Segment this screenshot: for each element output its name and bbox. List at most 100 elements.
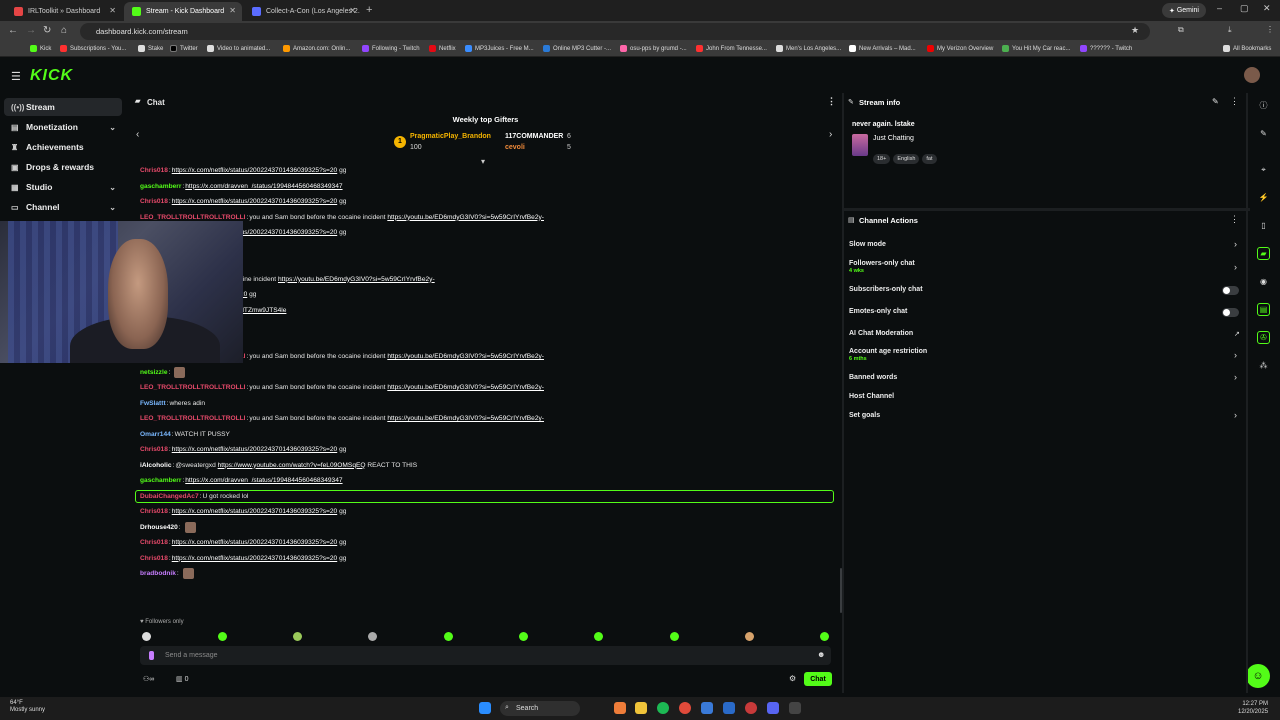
channel-action-followers-only-chat[interactable]: Followers-only chat 4 wks (849, 260, 915, 274)
bookmark-item[interactable]: Video to animated... (207, 45, 270, 52)
nodes-icon[interactable]: ⁂ (1257, 359, 1270, 372)
window-close-icon[interactable]: ✕ (1263, 3, 1271, 14)
chat-username[interactable]: Drhouse420 (140, 524, 178, 531)
tab-kick-dashboard[interactable]: Stream - Kick Dashboard ✕ (124, 2, 242, 21)
tab-irltoolkit[interactable]: IRLToolkit » Dashboard ✕ (6, 2, 122, 21)
emote-icon[interactable] (745, 632, 754, 641)
download-icon[interactable]: ⤓ (1228, 25, 1232, 35)
emote-icon[interactable] (670, 632, 679, 641)
file-explorer-icon[interactable] (635, 702, 647, 714)
chat-username[interactable]: iAlcoholic (140, 462, 172, 469)
bookmark-item[interactable]: Kick (30, 45, 51, 52)
chat-message[interactable]: FwSlattt: wheres adin (140, 398, 205, 409)
send-chat-button[interactable]: Chat (804, 672, 832, 686)
chat-username[interactable]: Chris018 (140, 555, 168, 562)
wrench-icon[interactable]: ✇ (1257, 331, 1270, 344)
channel-action-account-age-restriction[interactable]: Account age restriction 6 mths (849, 348, 927, 362)
gemini-button[interactable]: ✦ Gemini (1162, 3, 1206, 18)
bookmark-item[interactable]: My Verizon Overview (927, 45, 993, 52)
kick-logo[interactable]: KICK (30, 67, 73, 85)
chat-mode-icon[interactable]: ⚇∞ (143, 675, 154, 683)
emote-icon[interactable] (820, 632, 829, 641)
channel-action-set-goals[interactable]: Set goals (849, 412, 880, 419)
chat-message[interactable]: gaschamberr: https://x.com/dravven_/stat… (140, 475, 343, 486)
channel-action-emotes-only-chat[interactable]: Emotes-only chat (849, 308, 907, 315)
bookmark-item[interactable]: osu-pps by grumd -... (620, 45, 687, 52)
chat-username[interactable]: LEO_TROLLTROLLTROLLTROLLI (140, 384, 245, 391)
back-icon[interactable]: ← (8, 25, 18, 36)
app-icon[interactable] (745, 702, 757, 714)
taskbar-search[interactable]: ⌕ Search (500, 701, 580, 716)
bolt-icon[interactable]: ⚡ (1257, 191, 1270, 204)
chat-message[interactable]: Chris018: https://x.com/netflix/status/2… (140, 444, 346, 455)
chat-message[interactable]: LEO_TROLLTROLLTROLLTROLLI: you and Sam b… (140, 382, 544, 393)
chat-username[interactable]: LEO_TROLLTROLLTROLLTROLLI (140, 415, 245, 422)
bookmark-item[interactable]: MP3Juices - Free M... (465, 45, 534, 52)
forward-icon[interactable]: → (26, 25, 36, 36)
broadcast-icon[interactable]: ◉ (1257, 275, 1270, 288)
chevron-right-icon[interactable]: › (1234, 239, 1237, 249)
chat-icon[interactable]: ▰ (1257, 247, 1270, 260)
bookmark-item[interactable]: New Arrivals – Mad... (849, 45, 916, 52)
chat-username[interactable]: Chris018 (140, 198, 168, 205)
chat-username[interactable]: Chris018 (140, 167, 168, 174)
chat-message-input[interactable]: Send a message ☻ (140, 646, 831, 665)
bookmark-item[interactable]: Following - Twitch (362, 45, 420, 52)
crosshair-icon[interactable]: ⌖ (1257, 163, 1270, 176)
gifter-name[interactable]: 117COMMANDER (505, 133, 563, 140)
emote-icon[interactable] (218, 632, 227, 641)
bookmark-item[interactable]: Stake (138, 45, 163, 52)
emote-icon[interactable] (142, 632, 151, 641)
bookmark-item[interactable]: Men's Los Angeles... (776, 45, 841, 52)
chat-message[interactable]: netsizzle: (140, 366, 186, 378)
minimize-icon[interactable]: – (1217, 3, 1222, 13)
sidebar-item-achievements[interactable]: ♜ Achievements (4, 138, 122, 156)
chat-message[interactable]: Chris018: https://x.com/netflix/status/2… (140, 165, 346, 176)
sidebar-item-drops-rewards[interactable]: ▣ Drops & rewards (4, 158, 122, 176)
webcam-overlay[interactable] (0, 221, 243, 363)
chat-username[interactable]: gaschamberr (140, 183, 181, 190)
gifter-name[interactable]: cevoli (505, 144, 525, 151)
menu-dots-icon[interactable]: ⋮ (827, 96, 836, 107)
pencil-icon[interactable]: ✎ (1257, 127, 1270, 140)
chat-message[interactable]: Omarr144: WATCH IT PUSSY (140, 429, 230, 440)
copilot-icon[interactable] (614, 702, 626, 714)
chevron-right-icon[interactable]: › (1234, 350, 1237, 360)
info-icon[interactable]: ⓘ (1257, 99, 1270, 112)
channel-action-banned-words[interactable]: Banned words (849, 374, 897, 381)
discord-icon[interactable] (767, 702, 779, 714)
settings-gear-icon[interactable]: ⚙ (789, 674, 796, 683)
menu-dots-icon[interactable]: ⋮ (1266, 25, 1274, 34)
chat-message[interactable]: LEO_TROLLTROLLTROLLTROLLI: you and Sam b… (140, 413, 544, 424)
chat-message[interactable]: bradbodnik: (140, 568, 194, 579)
home-icon[interactable]: ⌂ (61, 25, 67, 36)
chat-message[interactable]: Drhouse420: (140, 521, 196, 533)
sidebar-item-stream[interactable]: ((•)) Stream (4, 98, 122, 116)
reload-icon[interactable]: ↻ (43, 25, 51, 36)
chevron-left-icon[interactable]: ‹ (136, 129, 139, 140)
close-icon[interactable]: ✕ (349, 6, 356, 15)
channel-action-subscribers-only-chat[interactable]: Subscribers-only chat (849, 286, 923, 293)
chevron-right-icon[interactable]: › (1234, 372, 1237, 382)
tab-collect-a-con[interactable]: Collect-A-Con (Los Angeles 2. ✕ (244, 2, 362, 21)
chevron-right-icon[interactable]: › (1234, 410, 1237, 420)
spotify-icon[interactable] (657, 702, 669, 714)
toggle-switch[interactable] (1222, 286, 1239, 295)
collapse-arrow-icon[interactable]: ▾ (481, 157, 485, 166)
channel-actions-icon[interactable]: ▤ (1257, 303, 1270, 316)
hamburger-menu-icon[interactable]: ☰ (11, 70, 21, 83)
bookmark-item[interactable]: Amazon.com: Onlin... (283, 45, 350, 52)
chat-username[interactable]: LEO_TROLLTROLLTROLLTROLLI (140, 214, 245, 221)
chat-message[interactable]: Chris018: https://x.com/netflix/status/2… (140, 553, 346, 564)
bookmark-item[interactable]: You Hit My Car reac... (1002, 45, 1070, 52)
emote-icon[interactable] (594, 632, 603, 641)
chat-username[interactable]: Chris018 (140, 539, 168, 546)
sidebar-item-channel[interactable]: ▭ Channel ⌄ (4, 198, 122, 216)
bookmark-item[interactable]: Online MP3 Cutter -... (543, 45, 611, 52)
avatar[interactable] (1244, 67, 1260, 83)
chat-username[interactable]: gaschamberr (140, 477, 181, 484)
emote-icon[interactable] (519, 632, 528, 641)
chrome-icon[interactable] (679, 702, 691, 714)
chat-message[interactable]: Chris018: https://x.com/netflix/status/2… (140, 537, 346, 548)
chat-message[interactable]: Chris018: https://x.com/netflix/status/2… (140, 196, 346, 207)
